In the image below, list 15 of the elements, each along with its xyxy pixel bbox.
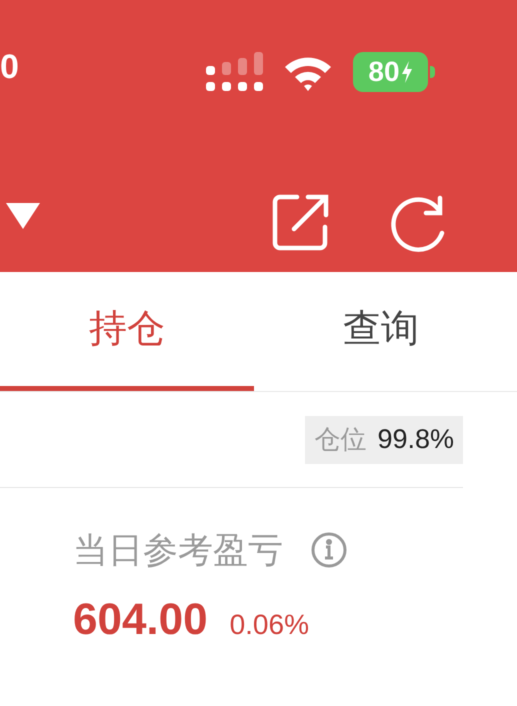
wifi-icon (283, 55, 333, 92)
dropdown-caret-icon[interactable] (6, 203, 40, 231)
tab[interactable]: 查询 (254, 272, 508, 391)
info-icon[interactable] (311, 532, 347, 568)
pnl-value: 604.00 (73, 598, 208, 642)
pnl-label: 当日参考盈亏 (73, 532, 283, 568)
status-time: 0 (0, 50, 19, 84)
pnl-percent: 0.06% (230, 611, 309, 639)
position-badge: 仓位 99.8% (305, 416, 463, 464)
signal-icon (206, 52, 264, 92)
share-icon[interactable] (272, 193, 330, 251)
charging-icon (400, 61, 413, 83)
battery-tip (430, 66, 435, 78)
battery-percent: 80 (368, 58, 400, 86)
tab[interactable]: 持仓 (0, 272, 254, 391)
